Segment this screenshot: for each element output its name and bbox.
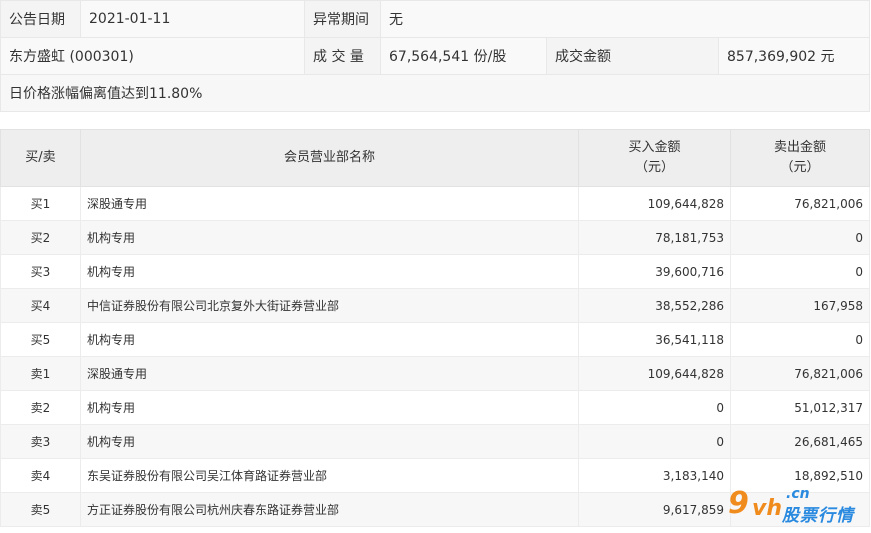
- header-buy-title: 买入金额: [628, 140, 681, 155]
- row-side: 买5: [0, 322, 81, 357]
- table-row: 买4 中信证券股份有限公司北京复外大街证券营业部 38,552,286 167,…: [0, 288, 870, 323]
- volume-label: 成 交 量: [304, 37, 381, 75]
- row-side: 买4: [0, 288, 81, 323]
- row-broker-name: 深股通专用: [80, 356, 579, 391]
- row-sell-amount: 26,681,465: [730, 424, 870, 459]
- row-broker-name: 方正证券股份有限公司杭州庆春东路证券营业部: [80, 492, 579, 527]
- header-sell: 卖出金额 （元）: [730, 129, 870, 187]
- table-header-row: 买/卖 会员营业部名称 买入金额 （元） 卖出金额 （元）: [0, 129, 870, 187]
- watermark-site-name: 股票行情: [782, 506, 854, 526]
- row-side: 卖1: [0, 356, 81, 391]
- row-side: 买2: [0, 220, 81, 255]
- row-broker-name: 深股通专用: [80, 186, 579, 221]
- stock-name: 东方盛虹 (000301): [0, 37, 305, 75]
- row-side: 卖2: [0, 390, 81, 425]
- trading-seats-table: 买/卖 会员营业部名称 买入金额 （元） 卖出金额 （元） 买1 深股通专用 1…: [0, 129, 870, 527]
- site-watermark-logo: 9 vh .cn 股票行情: [728, 486, 868, 528]
- row-side: 卖3: [0, 424, 81, 459]
- reason-text: 日价格涨幅偏离值达到11.80%: [0, 74, 871, 112]
- header-sell-unit: （元）: [780, 160, 820, 175]
- row-sell-amount: 76,821,006: [730, 186, 870, 221]
- amount-label: 成交金额: [546, 37, 719, 75]
- table-row: 卖1 深股通专用 109,644,828 76,821,006: [0, 356, 870, 391]
- header-sell-title: 卖出金额: [773, 140, 826, 155]
- header-name: 会员营业部名称: [80, 129, 579, 187]
- watermark-vh: vh: [752, 496, 783, 521]
- row-sell-amount: 0: [730, 322, 870, 357]
- row-broker-name: 机构专用: [80, 254, 579, 289]
- row-buy-amount: 78,181,753: [578, 220, 731, 255]
- row-side: 卖5: [0, 492, 81, 527]
- table-row: 买3 机构专用 39,600,716 0: [0, 254, 870, 289]
- row-broker-name: 机构专用: [80, 322, 579, 357]
- announcement-info-table: 公告日期 2021-01-11 异常期间 无 东方盛虹 (000301) 成 交…: [0, 0, 871, 112]
- table-row: 买1 深股通专用 109,644,828 76,821,006: [0, 186, 870, 221]
- table-row: 买5 机构专用 36,541,118 0: [0, 322, 870, 357]
- watermark-cn: .cn: [786, 486, 810, 502]
- row-sell-amount: 0: [730, 220, 870, 255]
- row-buy-amount: 109,644,828: [578, 356, 731, 391]
- header-side: 买/卖: [0, 129, 81, 187]
- header-buy: 买入金额 （元）: [578, 129, 731, 187]
- row-buy-amount: 0: [578, 390, 731, 425]
- table-row: 卖2 机构专用 0 51,012,317: [0, 390, 870, 425]
- row-broker-name: 机构专用: [80, 424, 579, 459]
- row-sell-amount: 167,958: [730, 288, 870, 323]
- row-buy-amount: 3,183,140: [578, 458, 731, 493]
- header-buy-unit: （元）: [634, 160, 674, 175]
- row-broker-name: 东吴证券股份有限公司吴江体育路证券营业部: [80, 458, 579, 493]
- row-buy-amount: 39,600,716: [578, 254, 731, 289]
- date-label: 公告日期: [0, 0, 81, 38]
- period-value: 无: [379, 0, 871, 38]
- row-side: 买3: [0, 254, 81, 289]
- amount-value: 857,369,902 元: [717, 37, 871, 75]
- date-value: 2021-01-11: [80, 0, 305, 38]
- row-sell-amount: 51,012,317: [730, 390, 870, 425]
- row-broker-name: 机构专用: [80, 390, 579, 425]
- row-buy-amount: 0: [578, 424, 731, 459]
- row-broker-name: 机构专用: [80, 220, 579, 255]
- row-buy-amount: 36,541,118: [578, 322, 731, 357]
- row-buy-amount: 109,644,828: [578, 186, 731, 221]
- row-buy-amount: 9,617,859: [578, 492, 731, 527]
- row-buy-amount: 38,552,286: [578, 288, 731, 323]
- table-row: 买2 机构专用 78,181,753 0: [0, 220, 870, 255]
- row-sell-amount: 0: [730, 254, 870, 289]
- row-side: 卖4: [0, 458, 81, 493]
- period-label: 异常期间: [304, 0, 381, 38]
- volume-value: 67,564,541 份/股: [380, 37, 547, 75]
- watermark-nine: 9: [728, 486, 749, 521]
- row-broker-name: 中信证券股份有限公司北京复外大街证券营业部: [80, 288, 579, 323]
- row-sell-amount: 76,821,006: [730, 356, 870, 391]
- row-side: 买1: [0, 186, 81, 221]
- table-row: 卖3 机构专用 0 26,681,465: [0, 424, 870, 459]
